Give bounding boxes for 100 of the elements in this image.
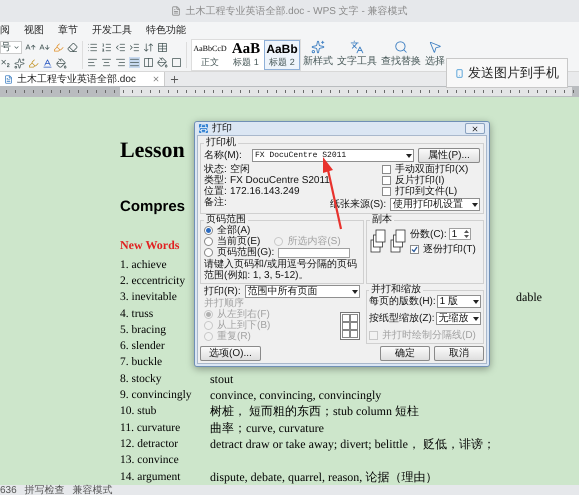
menu-item[interactable]: 特色功能 xyxy=(146,22,186,38)
style-option[interactable]: AaBbCcD 正文 xyxy=(192,40,228,70)
dropdown-field[interactable]: 范围中所有页面 xyxy=(244,285,360,298)
subscript-icon[interactable] xyxy=(0,58,11,68)
align-center-icon[interactable] xyxy=(101,56,112,68)
word-term: 13. convince xyxy=(120,454,179,466)
printer-icon xyxy=(199,124,208,133)
group-title: 并打顺序 xyxy=(204,298,245,309)
group-title: 并打和缩放 xyxy=(370,285,422,295)
fill-icon[interactable] xyxy=(157,56,168,68)
menu-item[interactable]: 视图 xyxy=(24,22,44,38)
checkbox-label: 并打时绘制分隔线(D) xyxy=(382,330,476,341)
field-label: 份数(C): xyxy=(410,228,447,240)
spinner-arrows-icon xyxy=(464,230,469,238)
menu-item[interactable]: 阅 xyxy=(0,22,10,38)
style-option[interactable]: AaB 标题 1 xyxy=(228,40,264,70)
dialog-button[interactable]: 确定 xyxy=(380,346,430,361)
table-icon[interactable] xyxy=(157,42,168,52)
word-term: 9. convincingly xyxy=(120,389,192,402)
eraser-icon[interactable] xyxy=(67,42,78,52)
border-icon[interactable] xyxy=(171,56,182,68)
checkbox[interactable] xyxy=(382,176,391,185)
word-term: 3. inevitable xyxy=(120,291,177,304)
group-title: 打印机 xyxy=(205,138,237,148)
close-icon[interactable] xyxy=(152,75,160,83)
word-term: 2. eccentricity xyxy=(120,274,186,287)
info-value: 空闲 xyxy=(230,164,250,175)
info-value: FX DocuCentre S2011 xyxy=(230,175,330,186)
new-tab-icon[interactable] xyxy=(168,74,180,85)
dialog-title: 打印 xyxy=(212,123,233,134)
word-term: 1. achieve xyxy=(120,258,167,271)
radio-button[interactable] xyxy=(204,237,213,246)
dropdown-field[interactable]: 1 版 xyxy=(436,295,481,308)
dropdown-field[interactable]: 无缩放 xyxy=(436,312,481,325)
outdent-icon[interactable] xyxy=(115,42,126,52)
close-button[interactable] xyxy=(465,123,485,134)
shrink-font-icon[interactable] xyxy=(39,42,50,52)
dropdown-field[interactable]: FX DocuCentre S2011 xyxy=(252,149,414,162)
columns-icon[interactable] xyxy=(143,56,154,68)
toolbar-button[interactable]: 选择 xyxy=(423,40,447,69)
align-right-icon[interactable] xyxy=(115,56,126,68)
field-label: 名称(M): xyxy=(204,150,243,161)
radio-button[interactable] xyxy=(204,226,213,235)
dialog-button[interactable]: 属性(P)... xyxy=(418,148,480,163)
dropdown-field[interactable]: 使用打印机设置 xyxy=(390,198,480,211)
copies-spinner[interactable]: 1 xyxy=(448,228,471,240)
translate-icon xyxy=(350,40,364,54)
toolbar-button[interactable]: 查找替换 xyxy=(379,40,423,69)
radio-label: 从左到右(F) xyxy=(217,309,270,320)
info-label: 位置: xyxy=(204,186,228,197)
info-label: 类型: xyxy=(204,175,228,186)
numbered-list-icon[interactable] xyxy=(101,42,112,52)
shading-icon[interactable] xyxy=(56,58,67,68)
checkbox-label: 打印到文件(L) xyxy=(395,186,458,197)
document-tab[interactable]: 土木工程专业英语全部.doc xyxy=(0,72,165,86)
radio-label: 重复(R) xyxy=(217,331,251,342)
radio-label: 所选内容(S) xyxy=(287,236,341,247)
word-term: 7. buckle xyxy=(120,356,162,368)
word-term: 10. stub xyxy=(120,405,156,418)
document-icon xyxy=(4,74,13,84)
text-effect-icon[interactable] xyxy=(14,58,25,68)
field-label: 按纸型缩放(Z): xyxy=(369,313,435,324)
search-icon xyxy=(394,40,408,54)
field-label: 每页的版数(H): xyxy=(369,296,436,307)
menu-item[interactable]: 开发工具 xyxy=(92,22,132,38)
info-label: 备注: xyxy=(204,197,228,208)
radio-label: 从上到下(B) xyxy=(217,320,270,331)
info-label: 状态: xyxy=(204,164,228,175)
word-meaning: stout xyxy=(210,372,234,387)
send-to-phone-button[interactable]: 发送图片到手机 xyxy=(446,58,568,88)
radio-button[interactable] xyxy=(204,248,213,257)
checkbox[interactable] xyxy=(382,187,391,196)
window-title: 土木工程专业英语全部.doc - WPS 文字 - 兼容模式 xyxy=(185,4,408,18)
dropdown-arrow-icon xyxy=(473,316,479,320)
dropdown-arrow-icon xyxy=(472,202,478,206)
page-range-field[interactable] xyxy=(278,248,350,258)
word-term: 6. slender xyxy=(120,340,165,352)
font-color-icon[interactable] xyxy=(42,58,53,68)
justify-icon[interactable] xyxy=(129,56,140,68)
word-meaning: 树桩， 短而粗的东西；stub column 短柱 xyxy=(210,404,419,420)
indent-icon[interactable] xyxy=(129,42,140,52)
dropdown-arrow-icon xyxy=(473,300,479,304)
grow-font-icon[interactable] xyxy=(25,42,36,52)
toolbar-button[interactable]: 文字工具 xyxy=(335,40,379,69)
status-text: 636 xyxy=(0,486,17,495)
font-size-field[interactable]: 号 xyxy=(0,40,22,54)
toolbar-button[interactable]: 新样式 xyxy=(301,40,335,69)
menu-item[interactable]: 章节 xyxy=(58,22,78,38)
align-left-icon[interactable] xyxy=(87,56,98,68)
checkbox[interactable] xyxy=(382,165,391,174)
checkbox-label: 反片打印(I) xyxy=(395,175,444,186)
radio-label: 全部(A) xyxy=(217,225,250,236)
dialog-button[interactable]: 取消 xyxy=(434,346,484,361)
status-text: 兼容模式 xyxy=(72,486,113,495)
style-option[interactable]: AaBb 标题 2 xyxy=(264,40,300,70)
checkbox[interactable] xyxy=(410,245,419,254)
dialog-button[interactable]: 选项(O)... xyxy=(200,346,261,361)
word-term: 5. bracing xyxy=(120,324,166,336)
sort-icon[interactable] xyxy=(143,42,154,52)
hint-text: 请键入页码和/或用逗号分隔的页码范围(例如: 1, 3, 5-12)。 xyxy=(204,259,358,281)
